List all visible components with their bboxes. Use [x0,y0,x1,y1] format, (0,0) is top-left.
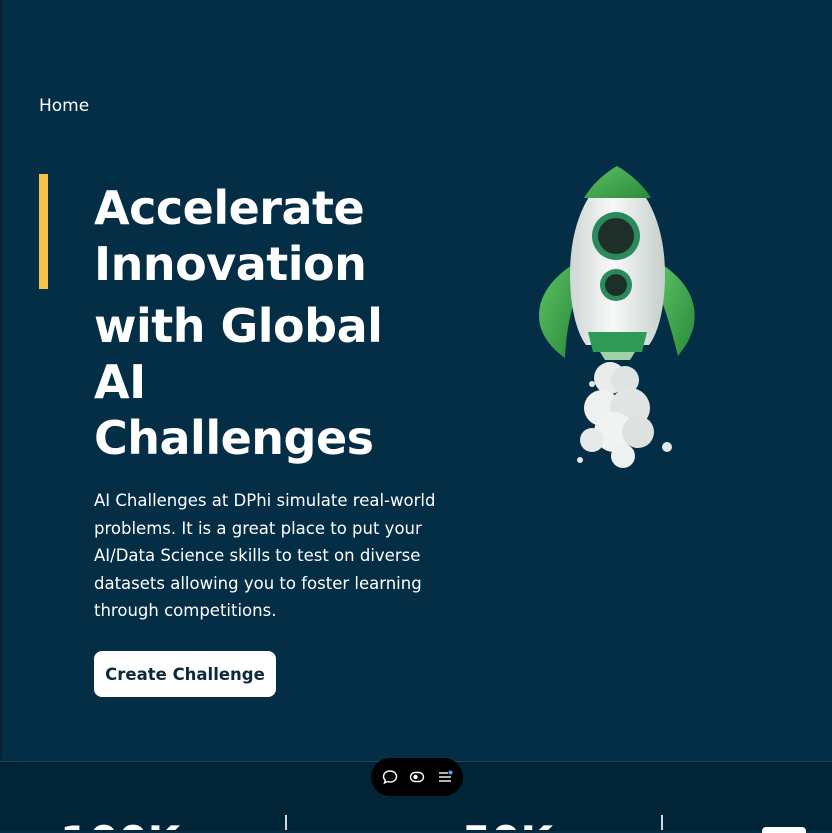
stat-value-1: 100K [60,812,180,830]
chat-bubble-icon[interactable] [381,768,399,786]
hero-title-line: Innovation [94,237,367,291]
menu-list-icon[interactable] [436,768,454,786]
hero-title-line: Challenges [94,411,374,465]
stat-partial-card [762,827,806,833]
page-left-edge [0,0,2,830]
create-challenge-button[interactable]: Create Challenge [94,651,276,697]
stat-divider [285,815,287,830]
rocket-illustration [539,166,695,468]
stat-divider [661,815,663,830]
title-accent-bar [39,174,48,289]
hero-title-line: with Global [94,299,383,353]
hero-title-line: Accelerate [94,181,365,235]
breadcrumb-home[interactable]: Home [39,96,89,116]
hero-description: AI Challenges at DPhi simulate real-worl… [94,491,436,620]
floating-toolbar [371,758,463,796]
hero-title-line: AI [94,355,146,409]
toggle-icon[interactable] [408,768,426,786]
stat-value-2: 50K [462,812,553,830]
hero-title: Accelerate Innovation with Global AI Cha… [94,180,454,466]
